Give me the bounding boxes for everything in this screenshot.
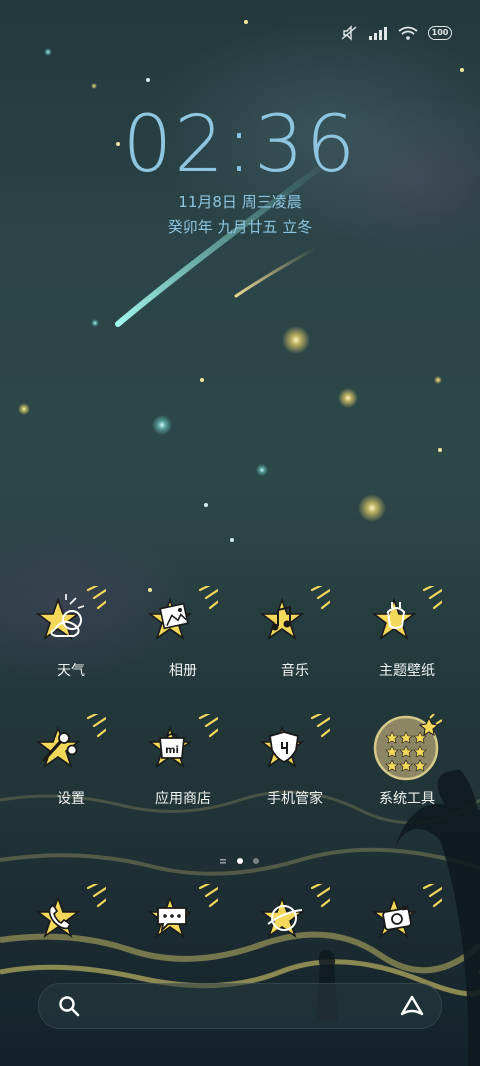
- folder-system-tools[interactable]: 系统工具: [350, 714, 450, 824]
- gallery-icon: [148, 586, 218, 641]
- app-gallery[interactable]: 相册: [126, 586, 226, 696]
- app-label: 天气: [57, 663, 85, 679]
- app-label: 主题壁纸: [379, 663, 435, 679]
- security-icon: [260, 714, 330, 769]
- clock[interactable]: 02:36: [0, 100, 480, 190]
- app-weather[interactable]: 天气: [14, 586, 114, 696]
- app-themes[interactable]: 主题壁纸: [350, 586, 450, 696]
- app-security[interactable]: 手机管家: [238, 714, 338, 824]
- phone-icon: [36, 884, 106, 939]
- app-label: 相册: [169, 663, 197, 679]
- dock-messages[interactable]: [126, 884, 226, 994]
- page-dot-active: [237, 858, 243, 864]
- search-bar[interactable]: [38, 983, 442, 1029]
- app-label: 音乐: [281, 663, 309, 679]
- svg-text:mi: mi: [165, 745, 179, 756]
- page-dot: [253, 858, 259, 864]
- app-store-icon: mi: [148, 714, 218, 769]
- camera-icon: [372, 884, 442, 939]
- mute-icon: [341, 25, 357, 41]
- search-icon[interactable]: [57, 994, 81, 1018]
- app-settings[interactable]: 设置: [14, 714, 114, 824]
- browser-icon: [260, 884, 330, 939]
- settings-icon: [36, 714, 106, 769]
- app-label: 系统工具: [379, 791, 435, 807]
- app-label: 应用商店: [155, 791, 211, 807]
- app-label: 手机管家: [267, 791, 323, 807]
- signal-icon: [369, 27, 387, 40]
- dock-phone[interactable]: [14, 884, 114, 994]
- app-store[interactable]: mi 应用商店: [126, 714, 226, 824]
- page-indicator[interactable]: [218, 856, 262, 866]
- tools-folder-icon: [373, 714, 442, 781]
- app-music[interactable]: 音乐: [238, 586, 338, 696]
- battery-icon: 100: [428, 26, 452, 40]
- dock-browser[interactable]: [238, 884, 338, 994]
- messages-icon: [148, 884, 218, 939]
- page-dot: [220, 862, 226, 864]
- lunar-date-text: 癸卯年 九月廿五 立冬: [167, 218, 313, 236]
- weather-icon: [36, 586, 106, 641]
- app-label: 设置: [57, 791, 85, 807]
- date-text[interactable]: 11月8日 周三凌晨: [0, 191, 480, 212]
- status-bar: 100: [340, 22, 452, 44]
- assistant-icon[interactable]: [399, 994, 425, 1018]
- dock-camera[interactable]: [350, 884, 450, 994]
- page-dot: [220, 859, 226, 861]
- themes-icon: [372, 586, 442, 641]
- wifi-icon: [398, 26, 418, 40]
- music-icon: [260, 586, 330, 641]
